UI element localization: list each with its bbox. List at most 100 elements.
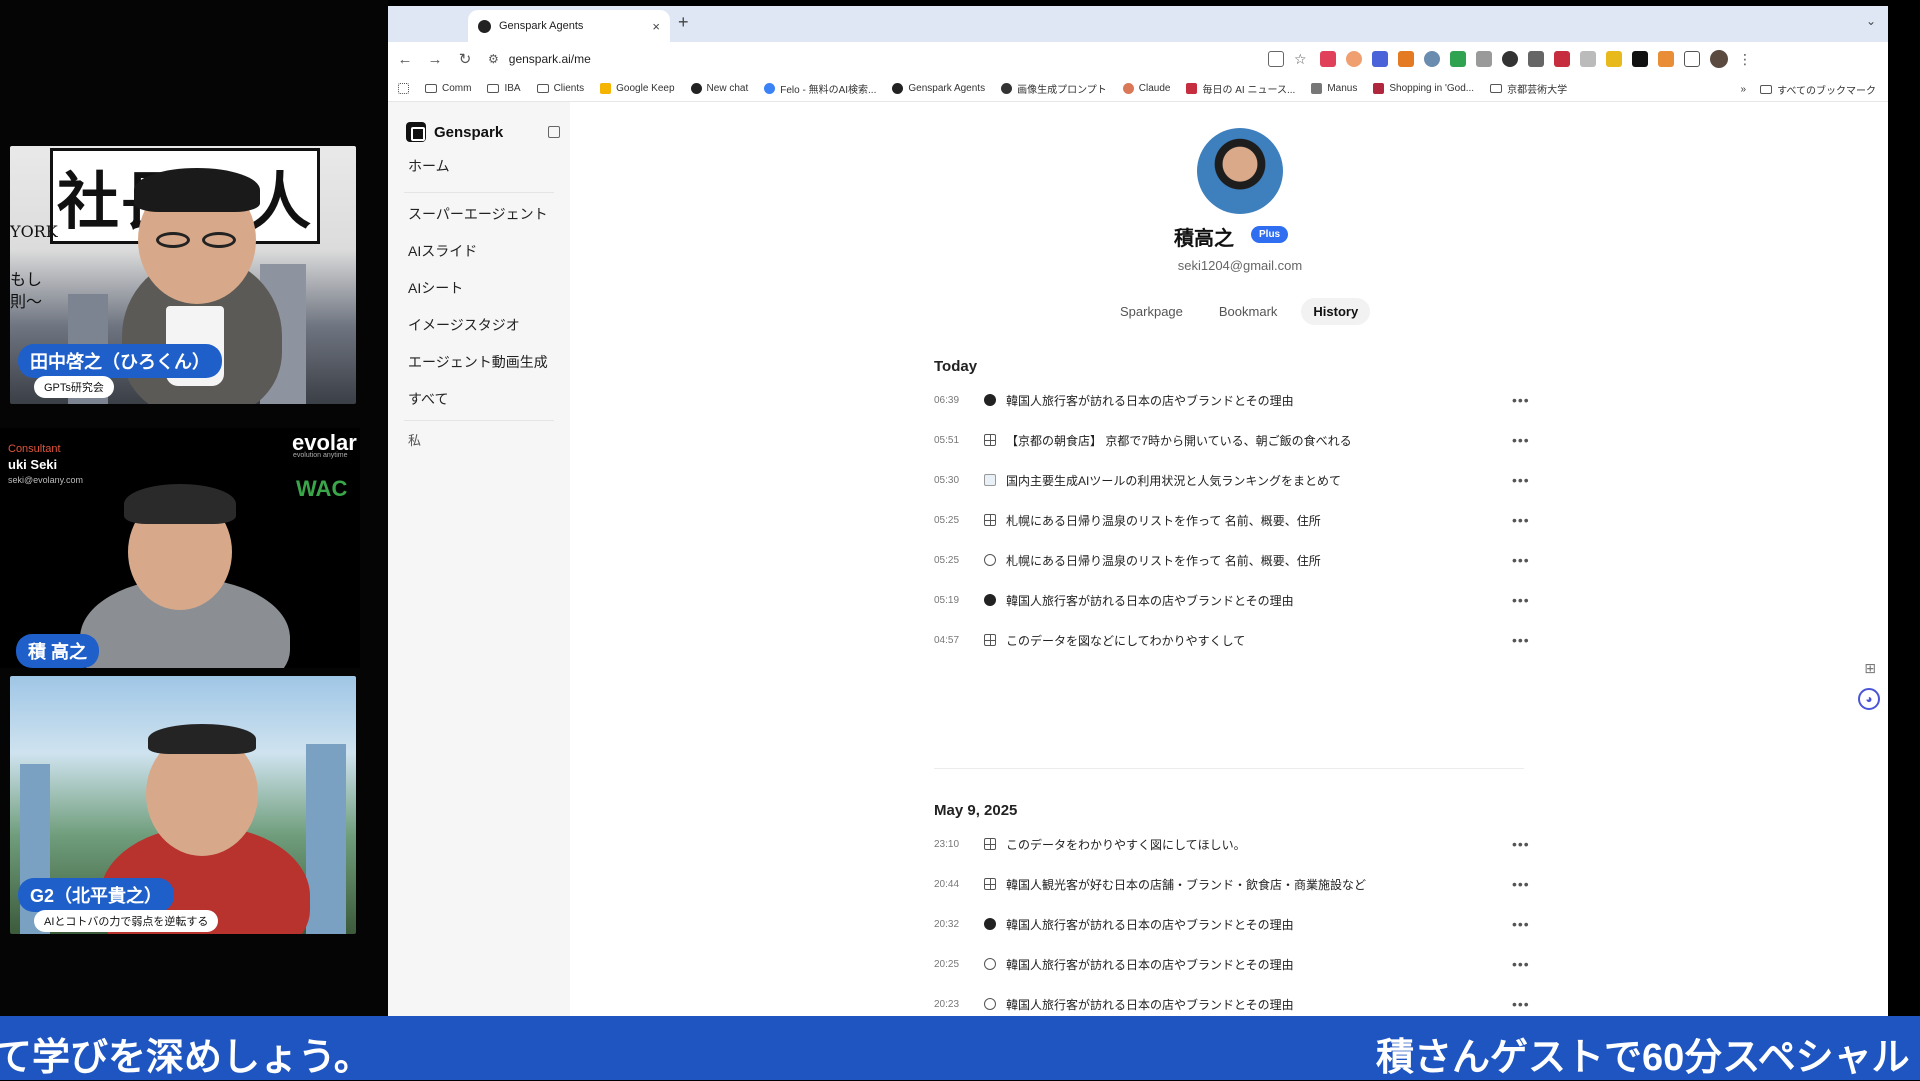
sidebar-item-agent-video[interactable]: エージェント動画生成 [408,352,548,372]
bookmark-item[interactable]: Google Keep [600,83,675,94]
tab-bookmark[interactable]: Bookmark [1207,298,1290,325]
manus-icon [1311,83,1323,94]
more-options-icon[interactable]: ••• [1512,592,1530,608]
more-options-icon[interactable]: ••• [1512,876,1530,892]
history-row[interactable]: 04:57 このデータを図などにしてわかりやすくして ••• [934,628,1529,652]
history-time: 05:19 [934,594,960,606]
extension-icon[interactable] [1554,51,1570,67]
sidebar-item-super-agent[interactable]: スーパーエージェント [408,204,548,224]
more-options-icon[interactable]: ••• [1512,996,1530,1012]
more-options-icon[interactable]: ••• [1512,836,1530,852]
more-options-icon[interactable]: ••• [1512,392,1530,408]
consultant-label: Consultant [8,443,61,455]
video-tile-tanaka: 社長無人 YORK もし 則〜 田中啓之（ひろくん） GPTs研究会 [10,146,356,404]
extension-icon[interactable] [1658,51,1674,67]
sidebar-item-image-studio[interactable]: イメージスタジオ [408,315,520,335]
bookmark-item[interactable]: IBA [487,83,521,94]
history-row[interactable]: 05:25 札幌にある日帰り温泉のリストを作って 名前、概要、住所 ••• [934,508,1529,532]
history-time: 05:25 [934,514,960,526]
bookmark-item[interactable]: Clients [536,83,584,94]
qr-extension-icon[interactable] [1528,51,1544,67]
assistant-bot-icon[interactable]: ◕ [1858,688,1880,710]
bookmark-label: Claude [1138,83,1171,94]
history-row[interactable]: 05:51 【京都の朝食店】 京都で7時から開いている、朝ご飯の食べれる ••• [934,428,1529,452]
pocket-extension-icon[interactable] [1320,51,1336,67]
extension-icon[interactable] [1424,51,1440,67]
bookmark-item[interactable]: New chat [690,83,748,94]
forward-icon[interactable]: → [422,51,448,68]
more-options-icon[interactable]: ••• [1512,632,1530,648]
sidebar-item-ai-slides[interactable]: AIスライド [408,241,477,261]
browser-menu-icon[interactable]: ⋮ [1738,51,1752,68]
bookmark-label: Felo - 無料のAI検索... [780,85,877,96]
history-row[interactable]: 20:25 韓国人旅行客が訪れる日本の店やブランドとその理由 ••• [934,952,1529,976]
brand[interactable]: Genspark [406,122,503,142]
history-row[interactable]: 05:25 札幌にある日帰り温泉のリストを作って 名前、概要、住所 ••• [934,548,1529,572]
install-app-icon[interactable] [1268,51,1284,67]
bookmark-star-icon[interactable]: ☆ [1294,51,1310,67]
site-settings-icon[interactable]: ⚙ [488,52,499,66]
metamask-extension-icon[interactable] [1398,51,1414,67]
bookmark-item[interactable]: Felo - 無料のAI検索... [764,81,876,96]
history-time: 04:57 [934,634,960,646]
section-title-date: May 9, 2025 [934,802,1018,819]
tab-history[interactable]: History [1301,298,1371,325]
all-bookmarks-item[interactable]: すべてのブックマーク [1760,82,1876,97]
bookmark-item[interactable]: Manus [1311,83,1357,94]
tab-search-icon[interactable]: ⌄ [1866,14,1876,28]
extensions-puzzle-icon[interactable] [1684,51,1700,67]
history-row[interactable]: 20:23 韓国人旅行客が訪れる日本の店やブランドとその理由 ••• [934,992,1529,1016]
reload-icon[interactable]: ↻ [452,50,478,68]
extension-icon[interactable] [1580,51,1596,67]
more-bookmarks-icon[interactable]: » [1741,84,1747,95]
sidebar-item-home[interactable]: ホーム [408,156,450,176]
more-options-icon[interactable]: ••• [1512,432,1530,448]
history-row[interactable]: 05:30 国内主要生成AIツールの利用状況と人気ランキングをまとめて ••• [934,468,1529,492]
bookmark-item[interactable]: Shopping in 'God... [1373,83,1474,94]
sidebar-item-me[interactable]: 私 [408,430,421,449]
history-row[interactable]: 06:39 韓国人旅行客が訪れる日本の店やブランドとその理由 ••• [934,388,1529,412]
address-bar[interactable]: ⚙ genspark.ai/me [488,46,1178,72]
history-title: 【京都の朝食店】 京都で7時から開いている、朝ご飯の食べれる [1006,433,1352,448]
chatgpt-icon [690,83,702,94]
glasses-icon [156,232,190,248]
bookmark-item[interactable]: 画像生成プロンプト [1001,81,1107,96]
extension-icon[interactable] [1450,51,1466,67]
new-tab-button[interactable]: + [678,12,689,33]
bookmark-item[interactable]: Genspark Agents [892,83,985,94]
extension-icon[interactable] [1346,51,1362,67]
history-row[interactable]: 20:32 韓国人旅行客が訪れる日本の店やブランドとその理由 ••• [934,912,1529,936]
more-options-icon[interactable]: ••• [1512,956,1530,972]
more-options-icon[interactable]: ••• [1512,552,1530,568]
bookmark-item[interactable]: 毎日の AI ニュース... [1186,81,1295,96]
apps-grid-icon[interactable] [398,83,409,94]
bookmark-item[interactable]: Comm [425,83,471,94]
sidebar-item-all[interactable]: すべて [408,389,448,409]
camera-extension-icon[interactable] [1476,51,1492,67]
person-hair [134,168,260,212]
history-title: このデータを図などにしてわかりやすくして [1006,633,1246,648]
notion-extension-icon[interactable] [1632,51,1648,67]
back-icon[interactable]: ← [392,51,418,68]
shopping-icon [1373,83,1385,94]
history-row[interactable]: 23:10 このデータをわかりやすく図にしてほしい。 ••• [934,832,1529,856]
browser-tab[interactable]: Genspark Agents × [468,10,670,42]
more-options-icon[interactable]: ••• [1512,472,1530,488]
close-icon[interactable]: × [652,19,660,34]
sidebar-item-ai-sheets[interactable]: AIシート [408,278,463,298]
bookmark-item[interactable]: 京都芸術大学 [1490,81,1567,96]
grid-icon[interactable]: ⊞ [1864,660,1876,677]
extension-icon[interactable] [1502,51,1518,67]
wac-logo: WAC [296,476,348,501]
bookmark-item[interactable]: Claude [1122,83,1171,94]
profile-avatar-icon[interactable] [1710,50,1728,68]
collapse-sidebar-icon[interactable] [548,126,560,138]
history-row[interactable]: 05:19 韓国人旅行客が訪れる日本の店やブランドとその理由 ••• [934,588,1529,612]
extension-icon[interactable] [1372,51,1388,67]
extension-icon[interactable] [1606,51,1622,67]
profile-name: 積高之 [1174,228,1234,250]
more-options-icon[interactable]: ••• [1512,916,1530,932]
tab-sparkpage[interactable]: Sparkpage [1108,298,1195,325]
history-row[interactable]: 20:44 韓国人観光客が好む日本の店舗・ブランド・飲食店・商業施設など ••• [934,872,1529,896]
more-options-icon[interactable]: ••• [1512,512,1530,528]
